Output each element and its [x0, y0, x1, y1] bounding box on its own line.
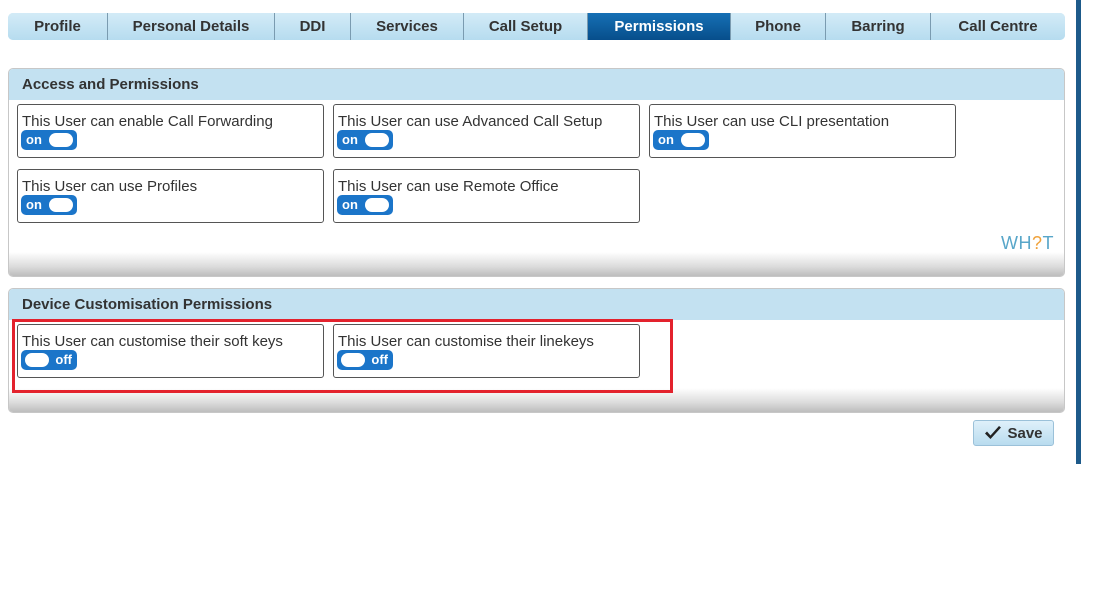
- remote-office-toggle[interactable]: on: [337, 195, 393, 215]
- toggle-knob: [681, 133, 705, 147]
- brand-logo: WH?T: [1001, 233, 1054, 254]
- logo-part: WH: [1000, 233, 1032, 253]
- perm-profiles: This User can use Profiles on: [17, 169, 324, 223]
- perm-label: This User can customise their soft keys: [22, 333, 283, 350]
- tab-bar: Profile Personal Details DDI Services Ca…: [8, 13, 1065, 40]
- perm-call-forwarding: This User can enable Call Forwarding on: [17, 104, 324, 158]
- right-edge-bar: [1076, 0, 1081, 464]
- checkmark-icon: [984, 425, 1002, 441]
- perm-soft-keys: This User can customise their soft keys …: [17, 324, 324, 378]
- perm-label: This User can use CLI presentation: [654, 113, 890, 130]
- linekeys-toggle[interactable]: off: [337, 350, 393, 370]
- panel-footer: [9, 252, 1064, 276]
- perm-advanced-call-setup: This User can use Advanced Call Setup on: [333, 104, 640, 158]
- soft-keys-toggle[interactable]: off: [21, 350, 77, 370]
- cli-presentation-toggle[interactable]: on: [653, 130, 709, 150]
- tab-services[interactable]: Services: [351, 13, 464, 40]
- panel-title: Device Customisation Permissions: [9, 289, 1064, 320]
- toggle-state: on: [658, 132, 674, 147]
- tab-ddi[interactable]: DDI: [275, 13, 351, 40]
- tab-call-centre[interactable]: Call Centre: [931, 13, 1065, 40]
- advanced-call-setup-toggle[interactable]: on: [337, 130, 393, 150]
- tab-call-setup[interactable]: Call Setup: [464, 13, 588, 40]
- profiles-toggle[interactable]: on: [21, 195, 77, 215]
- toggle-knob: [365, 133, 389, 147]
- panel-footer: [9, 388, 1064, 412]
- perm-cli-presentation: This User can use CLI presentation on: [649, 104, 956, 158]
- logo-mark: ?: [1031, 233, 1043, 253]
- toggle-knob: [365, 198, 389, 212]
- toggle-state: on: [342, 197, 358, 212]
- toggle-knob: [341, 353, 365, 367]
- perm-linekeys: This User can customise their linekeys o…: [333, 324, 640, 378]
- save-label: Save: [1007, 424, 1043, 442]
- toggle-state: off: [55, 352, 72, 367]
- tab-profile[interactable]: Profile: [8, 13, 108, 40]
- save-button[interactable]: Save: [973, 420, 1054, 446]
- perm-label: This User can enable Call Forwarding: [22, 113, 273, 130]
- perm-label: This User can use Remote Office: [338, 178, 559, 195]
- device-customisation-panel: Device Customisation Permissions This Us…: [8, 288, 1065, 413]
- tab-barring[interactable]: Barring: [826, 13, 931, 40]
- toggle-knob: [49, 133, 73, 147]
- toggle-knob: [49, 198, 73, 212]
- logo-part: T: [1042, 233, 1054, 253]
- tab-personal-details[interactable]: Personal Details: [108, 13, 275, 40]
- toggle-state: on: [26, 197, 42, 212]
- perm-label: This User can use Advanced Call Setup: [338, 113, 603, 130]
- toggle-state: on: [342, 132, 358, 147]
- tab-phone[interactable]: Phone: [731, 13, 826, 40]
- panel-title: Access and Permissions: [9, 69, 1064, 100]
- access-permissions-panel: Access and Permissions This User can ena…: [8, 68, 1065, 277]
- perm-remote-office: This User can use Remote Office on: [333, 169, 640, 223]
- toggle-knob: [25, 353, 49, 367]
- perm-label: This User can customise their linekeys: [338, 333, 594, 350]
- tab-permissions[interactable]: Permissions: [588, 13, 731, 40]
- toggle-state: off: [371, 352, 388, 367]
- perm-label: This User can use Profiles: [22, 178, 198, 195]
- call-forwarding-toggle[interactable]: on: [21, 130, 77, 150]
- toggle-state: on: [26, 132, 42, 147]
